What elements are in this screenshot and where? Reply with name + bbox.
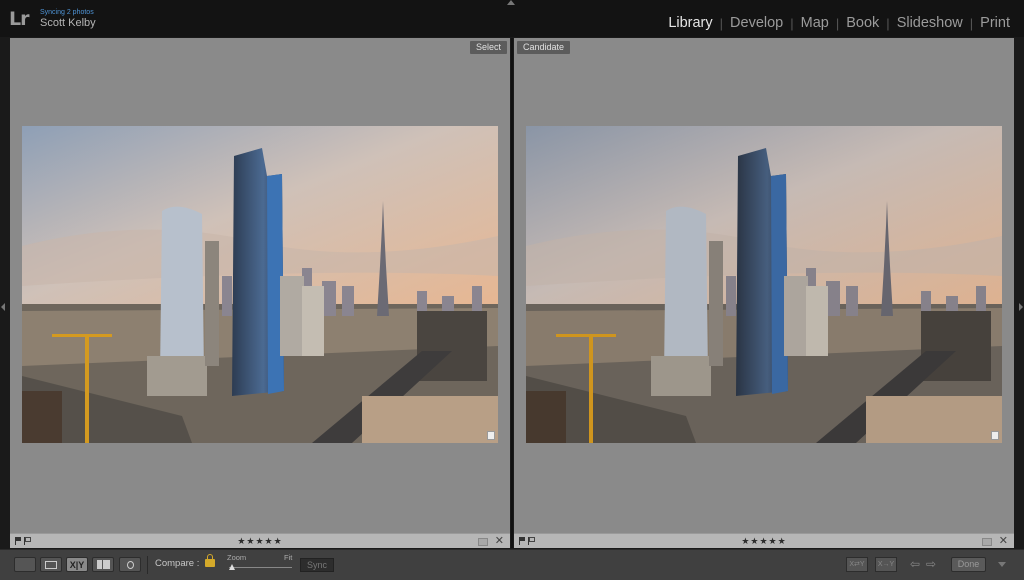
city-skyline-image	[526, 126, 1002, 443]
survey-view-button[interactable]	[92, 557, 114, 572]
color-label-icon[interactable]	[478, 538, 488, 546]
module-separator: |	[886, 15, 890, 31]
select-pane-footer: ★★★★★ ✕	[10, 533, 510, 548]
select-tag: Select	[469, 41, 507, 54]
photo-badge-icon	[487, 431, 495, 440]
module-develop[interactable]: Develop	[730, 15, 783, 31]
grid-view-icon	[15, 558, 35, 571]
color-label-icon[interactable]	[982, 538, 992, 546]
candidate-tag: Candidate	[517, 41, 571, 54]
zoom-slider-thumb[interactable]	[229, 564, 235, 570]
candidate-photo[interactable]	[526, 126, 1002, 443]
grid-view-button[interactable]	[14, 557, 36, 572]
module-print[interactable]: Print	[980, 15, 1010, 31]
compare-label: Compare :	[155, 558, 200, 569]
compare-view-icon: X|Y	[69, 559, 85, 570]
bottom-toolbar: X|Y Compare : Zoom Fit Sync X⇄Y X→Y ⇦ ⇨ …	[0, 549, 1024, 580]
module-slideshow[interactable]: Slideshow	[897, 15, 963, 31]
zoom-slider[interactable]	[229, 567, 292, 568]
loupe-view-button[interactable]	[40, 557, 62, 572]
lock-icon[interactable]	[205, 554, 215, 567]
sync-button[interactable]: Sync	[300, 558, 334, 572]
module-picker: Library | Develop | Map | Book | Slidesh…	[668, 15, 1010, 31]
make-select-button[interactable]: X→Y	[875, 557, 897, 572]
select-photo[interactable]	[22, 126, 498, 443]
people-view-button[interactable]	[119, 557, 141, 572]
toolbar-divider	[147, 556, 148, 574]
zoom-label: Zoom	[227, 553, 247, 562]
candidate-pane-footer: ★★★★★ ✕	[514, 533, 1014, 548]
top-panel-toggle-icon[interactable]	[507, 0, 515, 5]
survey-view-icon	[93, 558, 113, 571]
previous-photo-icon[interactable]: ⇦	[910, 557, 920, 571]
close-icon[interactable]: ✕	[495, 534, 504, 548]
module-book[interactable]: Book	[846, 15, 879, 31]
module-separator: |	[719, 15, 724, 31]
swap-button[interactable]: X⇄Y	[846, 557, 868, 572]
module-map[interactable]: Map	[801, 15, 829, 31]
candidate-pane[interactable]: Candidate ★★★★★ ✕	[514, 38, 1014, 548]
top-bar: Lr Syncing 2 photos Scott Kelby Library …	[0, 0, 1024, 37]
select-star-rating[interactable]: ★★★★★	[10, 534, 510, 548]
fit-label: Fit	[284, 553, 293, 562]
select-pane[interactable]: Select ★★★★★ ✕	[10, 38, 510, 548]
pane-divider	[511, 38, 513, 548]
close-icon[interactable]: ✕	[999, 534, 1008, 548]
candidate-star-rating[interactable]: ★★★★★	[514, 534, 1014, 548]
user-name: Scott Kelby	[40, 17, 96, 29]
done-button[interactable]: Done	[951, 557, 986, 572]
module-separator: |	[790, 15, 794, 31]
people-view-icon	[120, 558, 140, 571]
city-skyline-image	[22, 126, 498, 443]
photo-badge-icon	[991, 431, 999, 440]
compare-view-button[interactable]: X|Y	[66, 557, 88, 572]
loupe-view-icon	[41, 558, 61, 571]
sync-status: Syncing 2 photos	[40, 9, 94, 16]
lr-logo-icon: Lr	[9, 8, 30, 30]
module-library[interactable]: Library	[668, 15, 712, 31]
left-panel-toggle-icon[interactable]	[1, 303, 5, 311]
module-separator: |	[835, 15, 840, 31]
next-photo-icon[interactable]: ⇨	[926, 557, 936, 571]
right-panel-toggle-icon[interactable]	[1019, 303, 1023, 311]
toolbar-menu-chevron-icon[interactable]	[998, 562, 1006, 567]
module-separator: |	[969, 15, 974, 31]
